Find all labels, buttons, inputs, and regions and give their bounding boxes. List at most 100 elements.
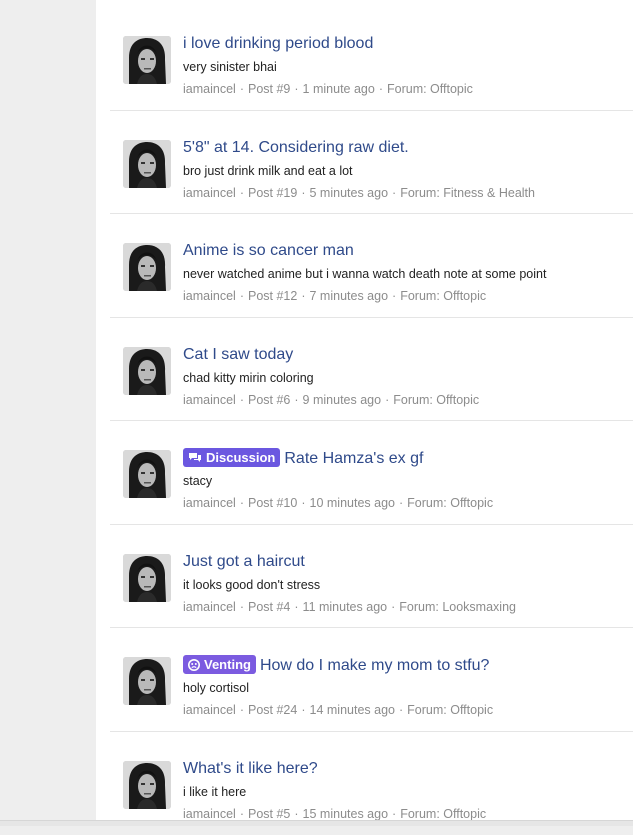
post-title-line: 5'8" at 14. Considering raw diet. — [183, 138, 409, 158]
meta-separator: · — [385, 393, 389, 407]
meta-separator: · — [294, 82, 298, 96]
badge-label: Discussion — [206, 450, 275, 465]
post-title-line: i love drinking period blood — [183, 34, 373, 54]
meta-separator: · — [391, 600, 395, 614]
post-item: Discussion Rate Hamza's ex gf stacy iamai… — [110, 421, 633, 525]
meta-separator: · — [240, 807, 244, 821]
meta-separator: · — [399, 703, 403, 717]
forum-link[interactable]: Forum: Offtopic — [393, 393, 479, 407]
forum-link[interactable]: Forum: Offtopic — [407, 703, 493, 717]
post-title-line: Just got a haircut — [183, 552, 305, 572]
post-title-link[interactable]: How do I make my mom to stfu? — [260, 657, 489, 674]
meta-separator: · — [294, 807, 298, 821]
post-snippet: holy cortisol — [183, 681, 249, 695]
post-number-link[interactable]: Post #10 — [248, 496, 297, 510]
meta-separator: · — [399, 496, 403, 510]
forum-link[interactable]: Forum: Offtopic — [407, 496, 493, 510]
post-meta: iamaincel · Post #5 · 15 minutes ago · Forum: … — [183, 807, 486, 821]
badge-label: Venting — [204, 657, 251, 672]
meta-separator: · — [379, 82, 383, 96]
speech-bubbles-icon — [188, 450, 202, 469]
post-time: 5 minutes ago — [310, 186, 389, 200]
author-link[interactable]: iamaincel — [183, 703, 236, 717]
meta-separator: · — [240, 186, 244, 200]
author-link[interactable]: iamaincel — [183, 82, 236, 96]
forum-link[interactable]: Forum: Offtopic — [387, 82, 473, 96]
author-link[interactable]: iamaincel — [183, 393, 236, 407]
avatar[interactable] — [123, 36, 171, 84]
meta-separator: · — [240, 82, 244, 96]
meta-separator: · — [301, 289, 305, 303]
post-item: Cat I saw today chad kitty mirin colorin… — [110, 318, 633, 422]
post-title-line: What's it like here? — [183, 759, 318, 779]
author-link[interactable]: iamaincel — [183, 807, 236, 821]
post-snippet: never watched anime but i wanna watch de… — [183, 267, 546, 281]
post-number-link[interactable]: Post #24 — [248, 703, 297, 717]
post-title-line: Cat I saw today — [183, 345, 293, 365]
post-number-link[interactable]: Post #4 — [248, 600, 290, 614]
meta-separator: · — [240, 496, 244, 510]
post-number-link[interactable]: Post #19 — [248, 186, 297, 200]
post-snippet: stacy — [183, 474, 212, 488]
post-meta: iamaincel·Post #24·14 minutes ago·Forum:… — [183, 703, 493, 717]
post-meta: iamaincel·Post #4·11 minutes ago·Forum: … — [183, 600, 516, 614]
post-time: 15 minutes ago — [303, 807, 388, 821]
meta-separator: · — [240, 289, 244, 303]
meta-separator: · — [392, 186, 396, 200]
post-time: 7 minutes ago — [310, 289, 389, 303]
author-link[interactable]: iamaincel — [183, 186, 236, 200]
post-time: 10 minutes ago — [310, 496, 395, 510]
post-time: 14 minutes ago — [310, 703, 395, 717]
post-title-line: Discussion Rate Hamza's ex gf — [183, 448, 423, 469]
author-link[interactable]: iamaincel — [183, 496, 236, 510]
forum-link[interactable]: Forum: Fitness & Health — [400, 186, 535, 200]
post-title-link[interactable]: Rate Hamza's ex gf — [284, 450, 423, 467]
post-meta: iamaincel·Post #6·9 minutes ago·Forum: O… — [183, 393, 479, 407]
post-title-link[interactable]: Anime is so cancer man — [183, 242, 354, 259]
forum-link[interactable]: Forum: Offtopic — [400, 807, 486, 821]
avatar[interactable] — [123, 140, 171, 188]
post-snippet: bro just drink milk and eat a lot — [183, 164, 353, 178]
avatar[interactable] — [123, 243, 171, 291]
post-list-panel: i love drinking period blood very sinist… — [96, 0, 633, 820]
post-title-link[interactable]: 5'8" at 14. Considering raw diet. — [183, 139, 409, 156]
avatar[interactable] — [123, 554, 171, 602]
post-snippet: very sinister bhai — [183, 60, 277, 74]
post-meta: iamaincel·Post #19·5 minutes ago·Forum: … — [183, 186, 535, 200]
angry-face-icon — [188, 657, 200, 676]
post-meta: iamaincel·Post #12·7 minutes ago·Forum: … — [183, 289, 486, 303]
author-link[interactable]: iamaincel — [183, 289, 236, 303]
post-item: Venting How do I make my mom to stfu? hol… — [110, 628, 633, 732]
post-snippet: i like it here — [183, 785, 246, 799]
post-item: 5'8" at 14. Considering raw diet. bro ju… — [110, 111, 633, 215]
post-title-link[interactable]: Just got a haircut — [183, 553, 305, 570]
venting-badge[interactable]: Venting — [183, 655, 256, 674]
post-item: i love drinking period blood very sinist… — [110, 7, 633, 111]
post-time: 9 minutes ago — [303, 393, 382, 407]
post-snippet: it looks good don't stress — [183, 578, 320, 592]
forum-link[interactable]: Forum: Looksmaxing — [399, 600, 516, 614]
post-number-link[interactable]: Post #5 — [248, 807, 290, 821]
post-number-link[interactable]: Post #9 — [248, 82, 290, 96]
meta-separator: · — [392, 289, 396, 303]
post-item: Just got a haircut it looks good don't s… — [110, 525, 633, 629]
post-meta: iamaincel · Post #9 · 1 minute ago · Forum: Of… — [183, 82, 473, 96]
avatar[interactable] — [123, 450, 171, 498]
author-link[interactable]: iamaincel — [183, 600, 236, 614]
post-title-link[interactable]: What's it like here? — [183, 760, 318, 777]
meta-separator: · — [294, 393, 298, 407]
post-meta: iamaincel · Post #10 · 10 minutes ago · Forum:… — [183, 496, 493, 510]
forum-link[interactable]: Forum: Offtopic — [400, 289, 486, 303]
meta-separator: · — [392, 807, 396, 821]
post-title-link[interactable]: i love drinking period blood — [183, 35, 373, 52]
post-title-link[interactable]: Cat I saw today — [183, 346, 293, 363]
discussion-badge[interactable]: Discussion — [183, 448, 280, 467]
avatar[interactable] — [123, 657, 171, 705]
avatar[interactable] — [123, 761, 171, 809]
post-time: 1 minute ago — [303, 82, 375, 96]
post-number-link[interactable]: Post #6 — [248, 393, 290, 407]
avatar[interactable] — [123, 347, 171, 395]
post-number-link[interactable]: Post #12 — [248, 289, 297, 303]
meta-separator: · — [301, 496, 305, 510]
horizontal-scrollbar[interactable] — [0, 820, 633, 826]
